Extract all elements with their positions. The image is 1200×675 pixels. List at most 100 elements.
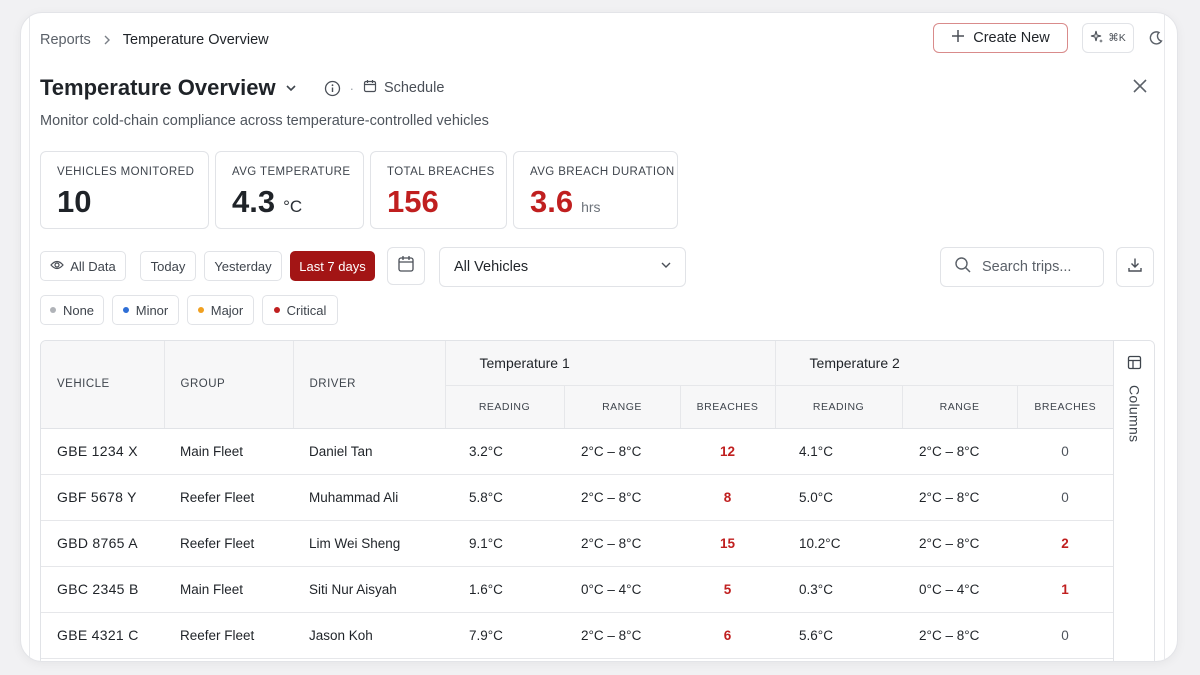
search-box[interactable] bbox=[940, 247, 1104, 287]
info-icon[interactable] bbox=[324, 80, 341, 97]
col-header-t2-range[interactable]: RANGE bbox=[902, 385, 1018, 429]
stat-value: 10 bbox=[57, 184, 92, 219]
cell-vehicle: GBE 4321 C bbox=[41, 612, 164, 659]
col-header-vehicle[interactable]: VEHICLE bbox=[41, 341, 165, 429]
stat-label: AVG TEMPERATURE bbox=[232, 166, 351, 178]
cell-vehicle: GBD 8765 A bbox=[41, 520, 164, 567]
cell-driver: Lim Wei Sheng bbox=[293, 520, 445, 567]
cell-t2-range: 0°C – 4°C bbox=[902, 566, 1018, 613]
title-row: Temperature Overview · Schedule bbox=[40, 75, 444, 101]
cell-group: Main Fleet bbox=[164, 428, 293, 475]
table-row[interactable]: GBC 2345 B Main Fleet Siti Nur Aisyah 1.… bbox=[41, 566, 1114, 613]
stat-card-breach-duration: AVG BREACH DURATION 3.6 hrs bbox=[513, 151, 678, 229]
cell-t2-reading: 0.3°C bbox=[775, 566, 903, 613]
moon-icon[interactable] bbox=[1146, 28, 1166, 48]
ai-command-button[interactable]: ⌘K bbox=[1082, 23, 1134, 53]
chevron-down-icon[interactable] bbox=[284, 81, 298, 95]
filter-yesterday-label: Yesterday bbox=[214, 258, 272, 274]
col-header-driver[interactable]: DRIVER bbox=[293, 341, 446, 429]
download-icon bbox=[1127, 257, 1143, 278]
cell-t2-range: 2°C – 8°C bbox=[902, 612, 1018, 659]
cell-vehicle: GBC 2345 B bbox=[41, 566, 164, 613]
filter-today[interactable]: Today bbox=[140, 251, 196, 281]
cell-t2-range: 2°C – 8°C bbox=[902, 474, 1018, 521]
data-table: VEHICLE GROUP DRIVER Temperature 1 Tempe… bbox=[40, 340, 1155, 661]
shortcut-label: ⌘K bbox=[1108, 32, 1126, 44]
plus-icon bbox=[951, 29, 965, 47]
severity-major[interactable]: Major bbox=[187, 295, 254, 325]
cell-t1-breaches: 5 bbox=[680, 566, 776, 613]
cell-vehicle: GBE 1234 X bbox=[41, 428, 164, 475]
date-picker-button[interactable] bbox=[387, 247, 425, 285]
schedule-label: Schedule bbox=[383, 80, 445, 96]
cell-t1-range: 2°C – 8°C bbox=[564, 612, 680, 659]
cell-t1-breaches: 15 bbox=[680, 520, 776, 567]
chevron-right-icon bbox=[101, 34, 113, 46]
dot-icon bbox=[273, 307, 280, 313]
vehicle-select[interactable]: All Vehicles bbox=[439, 247, 686, 287]
cell-driver: Daniel Tan bbox=[293, 428, 445, 475]
stat-label: TOTAL BREACHES bbox=[387, 166, 495, 178]
cell-t1-breaches: 12 bbox=[680, 428, 776, 475]
stat-unit: °C bbox=[283, 197, 303, 216]
severity-label: None bbox=[62, 302, 95, 318]
cell-t2-reading: 4.1°C bbox=[775, 428, 903, 475]
create-new-button[interactable]: Create New bbox=[933, 23, 1068, 53]
col-header-group[interactable]: GROUP bbox=[164, 341, 294, 429]
eye-icon bbox=[50, 259, 65, 274]
cell-t2-breaches: 2 bbox=[1017, 520, 1114, 567]
severity-label: Minor bbox=[135, 302, 169, 318]
sparkle-icon bbox=[1090, 30, 1104, 47]
filter-today-label: Today bbox=[150, 258, 186, 274]
severity-none[interactable]: None bbox=[40, 295, 104, 325]
page-title: Temperature Overview bbox=[40, 75, 276, 100]
filter-yesterday[interactable]: Yesterday bbox=[204, 251, 282, 281]
table-row[interactable]: GBE 4321 C Reefer Fleet Jason Koh 7.9°C … bbox=[41, 612, 1114, 659]
cell-driver: Siti Nur Aisyah bbox=[293, 566, 445, 613]
filter-last-7-days[interactable]: Last 7 days bbox=[290, 251, 375, 281]
breadcrumb-reports[interactable]: Reports bbox=[40, 32, 91, 48]
filter-all-data-label: All Data bbox=[70, 258, 116, 274]
stat-card-breaches: TOTAL BREACHES 156 bbox=[370, 151, 507, 229]
columns-toggle[interactable]: Columns bbox=[1113, 341, 1154, 661]
cell-t2-breaches: 0 bbox=[1017, 612, 1114, 659]
cell-group: Reefer Fleet bbox=[164, 520, 293, 567]
cell-t1-reading: 9.1°C bbox=[445, 520, 564, 567]
cell-t1-range: 2°C – 8°C bbox=[564, 428, 680, 475]
cell-t1-reading: 3.2°C bbox=[445, 428, 564, 475]
cell-t2-reading: 10.2°C bbox=[775, 520, 903, 567]
cell-t1-range: 0°C – 4°C bbox=[564, 566, 680, 613]
columns-label: Columns bbox=[1126, 385, 1143, 443]
stat-card-vehicles: VEHICLES MONITORED 10 bbox=[40, 151, 209, 229]
stat-value: 3.6 bbox=[530, 184, 574, 219]
col-header-t1-range[interactable]: RANGE bbox=[564, 385, 681, 429]
columns-icon bbox=[1127, 355, 1142, 375]
col-header-t1-reading[interactable]: READING bbox=[445, 385, 565, 429]
close-icon[interactable] bbox=[1131, 77, 1149, 95]
table-row[interactable]: GBF 5678 Y Reefer Fleet Muhammad Ali 5.8… bbox=[41, 474, 1114, 521]
col-header-t1-breaches[interactable]: BREACHES bbox=[680, 385, 776, 429]
vehicle-select-value: All Vehicles bbox=[454, 259, 529, 275]
schedule-button[interactable]: Schedule bbox=[363, 79, 444, 97]
col-header-t2-breaches[interactable]: BREACHES bbox=[1017, 385, 1114, 429]
stat-value: 4.3 bbox=[232, 184, 276, 219]
cell-t2-range: 2°C – 8°C bbox=[902, 520, 1018, 567]
create-new-label: Create New bbox=[973, 30, 1050, 46]
cell-t1-reading: 1.6°C bbox=[445, 566, 564, 613]
severity-critical[interactable]: Critical bbox=[262, 295, 338, 325]
cell-t2-reading: 5.0°C bbox=[775, 474, 903, 521]
download-button[interactable] bbox=[1116, 247, 1154, 287]
filter-all-data[interactable]: All Data bbox=[40, 251, 126, 281]
stat-label: VEHICLES MONITORED bbox=[57, 166, 195, 178]
dot-icon bbox=[197, 307, 204, 313]
table-row[interactable]: GBD 8765 A Reefer Fleet Lim Wei Sheng 9.… bbox=[41, 520, 1114, 567]
cell-t1-breaches: 6 bbox=[680, 612, 776, 659]
table-row[interactable]: GBE 1234 X Main Fleet Daniel Tan 3.2°C 2… bbox=[41, 428, 1114, 475]
col-header-t2-reading[interactable]: READING bbox=[775, 385, 903, 429]
cell-t1-breaches: 8 bbox=[680, 474, 776, 521]
stat-card-avg-temp: AVG TEMPERATURE 4.3 °C bbox=[215, 151, 364, 229]
col-group-temperature-1: Temperature 1 bbox=[445, 341, 776, 386]
search-input[interactable] bbox=[982, 259, 1082, 275]
cell-t1-reading: 5.8°C bbox=[445, 474, 564, 521]
severity-minor[interactable]: Minor bbox=[112, 295, 179, 325]
